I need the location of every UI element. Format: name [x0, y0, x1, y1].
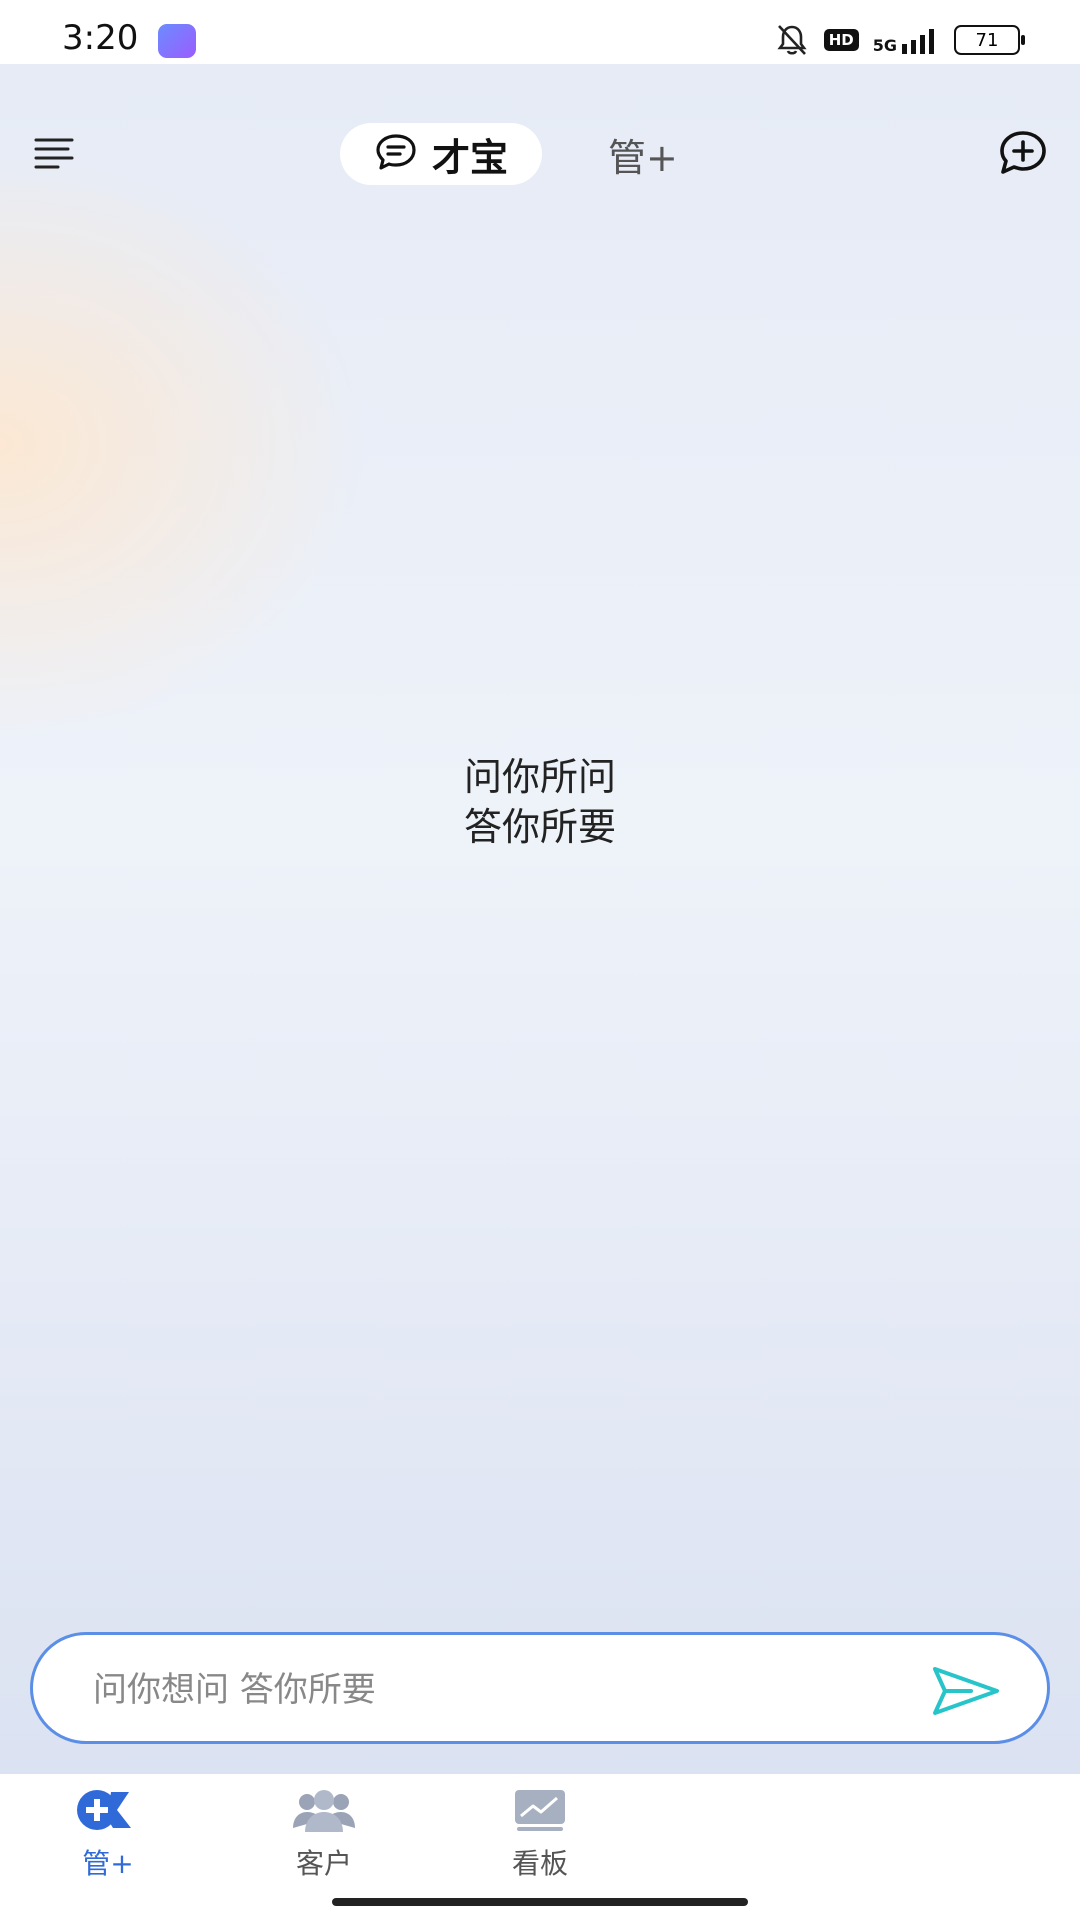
- hd-badge: HD: [823, 29, 859, 51]
- chat-input-box: [30, 1632, 1050, 1744]
- app-notification-icon: [158, 24, 196, 58]
- chat-background: [0, 64, 1080, 1774]
- battery-level: 71: [975, 29, 999, 51]
- send-icon: [933, 1667, 999, 1715]
- welcome-text: 问你所问 答你所要: [0, 752, 1080, 852]
- people-icon: [264, 1788, 384, 1836]
- network-type: 5G: [872, 36, 897, 55]
- header-tabs: 才宝 管+: [340, 122, 678, 186]
- send-button[interactable]: [931, 1663, 1001, 1719]
- status-indicators: HD 5G 71: [774, 20, 1025, 60]
- tab-caibao[interactable]: 才宝: [340, 123, 543, 185]
- battery-indicator: 71: [954, 25, 1025, 55]
- chat-bubble-icon: [374, 132, 418, 176]
- chat-input[interactable]: [91, 1663, 895, 1717]
- nav-label-customers: 客户: [295, 1847, 352, 1880]
- status-bar: 3:20 HD 5G 71: [0, 0, 1080, 64]
- menu-icon[interactable]: [34, 136, 74, 170]
- new-chat-icon[interactable]: [998, 130, 1048, 176]
- nav-label-guan-plus: 管+: [82, 1847, 134, 1880]
- guan-plus-logo-icon: [48, 1788, 168, 1836]
- status-time: 3:20: [62, 18, 139, 58]
- signal-icon: 5G: [873, 26, 940, 54]
- nav-label-dashboard: 看板: [511, 1847, 568, 1880]
- nav-item-dashboard[interactable]: 看板: [480, 1788, 600, 1882]
- nav-item-customers[interactable]: 客户: [264, 1788, 384, 1882]
- dashboard-chart-icon: [480, 1788, 600, 1836]
- tab-caibao-label: 才宝: [432, 135, 509, 180]
- welcome-line-2: 答你所要: [463, 805, 616, 849]
- bell-muted-icon: [774, 22, 810, 58]
- tab-guan-plus[interactable]: 管+: [608, 127, 678, 182]
- welcome-line-1: 问你所问: [463, 755, 616, 799]
- nav-item-guan-plus[interactable]: 管+: [48, 1788, 168, 1882]
- home-indicator[interactable]: [332, 1898, 748, 1906]
